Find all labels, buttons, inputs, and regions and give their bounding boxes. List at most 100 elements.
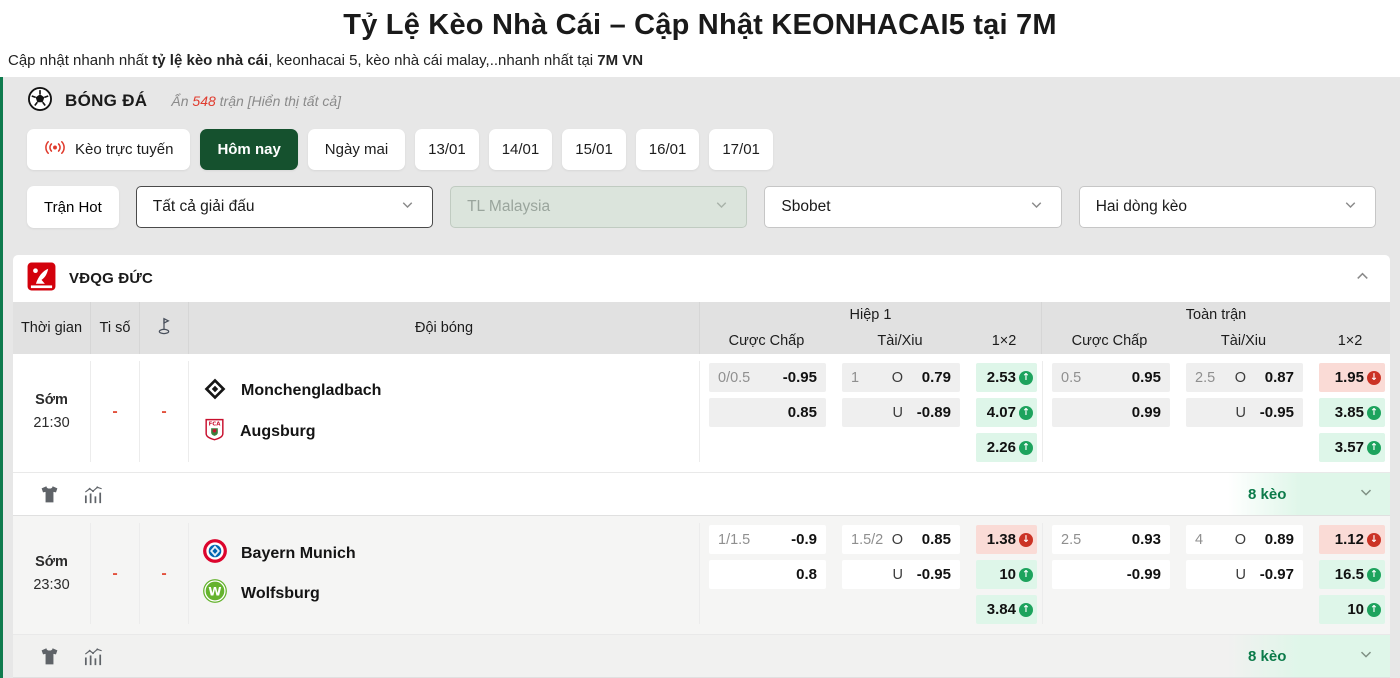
ft-1x2-draw[interactable]: 3.85 bbox=[1319, 398, 1385, 427]
ft-handicap-cell: 0.5 0.95 0.99 bbox=[1042, 361, 1177, 462]
line-count-dropdown[interactable]: Hai dòng kèo bbox=[1079, 186, 1376, 228]
league-filter-dropdown[interactable]: Tất cả giải đấu bbox=[136, 186, 433, 228]
h1-1x2-home[interactable]: 1.38 bbox=[976, 525, 1037, 554]
odds-value: 0.99 bbox=[1132, 404, 1161, 421]
ft-under-odds[interactable]: U -0.95 bbox=[1186, 398, 1303, 427]
trend-arrow-icon bbox=[1019, 371, 1033, 385]
page-title: Tỷ Lệ Kèo Nhà Cái – Cập Nhật KEONHACAI5 … bbox=[0, 0, 1400, 42]
col-header-corner bbox=[140, 302, 189, 354]
ft-handicap-home-odds[interactable]: 0.5 0.95 bbox=[1052, 363, 1170, 392]
h1-over-odds[interactable]: 1.5/2 O 0.85 bbox=[842, 525, 960, 554]
svg-text:W: W bbox=[208, 585, 221, 599]
league-header[interactable]: VĐQG ĐỨC bbox=[13, 255, 1390, 302]
col-header-handicap-h1: Cược Chấp bbox=[700, 327, 833, 354]
ft-overunder-cell: 2.5 O 0.87 U -0.95 bbox=[1177, 361, 1310, 462]
corner-value: - bbox=[161, 565, 166, 583]
away-team[interactable]: FCA Augsburg bbox=[202, 416, 699, 448]
tab-date-15-01[interactable]: 15/01 bbox=[562, 129, 626, 170]
ft-1x2-away[interactable]: 10 bbox=[1319, 595, 1385, 624]
away-team[interactable]: W Wolfsburg bbox=[202, 578, 699, 609]
tab-date-17-01[interactable]: 17/01 bbox=[709, 129, 773, 170]
home-team[interactable]: Monchengladbach bbox=[202, 376, 699, 407]
h1-1x2-away[interactable]: 3.84 bbox=[976, 595, 1037, 624]
trend-arrow-icon bbox=[1367, 533, 1381, 547]
tab-date-13-01[interactable]: 13/01 bbox=[415, 129, 479, 170]
date-tabs: Kèo trực tuyến Hôm nay Ngày mai 13/01 14… bbox=[3, 125, 1400, 170]
hot-matches-button[interactable]: Trận Hot bbox=[27, 186, 119, 228]
h1-1x2-draw[interactable]: 10 bbox=[976, 560, 1037, 589]
tab-tomorrow[interactable]: Ngày mai bbox=[308, 129, 405, 170]
chevron-down-icon bbox=[1357, 483, 1375, 506]
h1-under-odds[interactable]: U -0.95 bbox=[842, 560, 960, 589]
odds-value: 2.53 bbox=[987, 369, 1016, 386]
ft-handicap-away-odds[interactable]: -0.99 bbox=[1052, 560, 1170, 589]
ft-under-odds[interactable]: U -0.97 bbox=[1186, 560, 1303, 589]
bookmaker-dropdown[interactable]: Sbobet bbox=[764, 186, 1061, 228]
ft-1x2-home[interactable]: 1.12 bbox=[1319, 525, 1385, 554]
match-row: Sớm 23:30 - - Bayern Munich W Wolfsburg … bbox=[13, 516, 1390, 634]
odds-widget: BÓNG ĐÁ Ẩn 548 trận [Hiển thị tất cả] Kè… bbox=[0, 77, 1400, 678]
h1-handicap-home-odds[interactable]: 0/0.5 -0.95 bbox=[709, 363, 826, 392]
chevron-up-icon[interactable] bbox=[1353, 267, 1372, 291]
corner-value: - bbox=[161, 403, 166, 421]
match-row: Sớm 21:30 - - Monchengladbach FCA Augsbu… bbox=[13, 354, 1390, 472]
match-time-label: Sớm bbox=[35, 554, 68, 570]
ft-handicap-away-odds[interactable]: 0.99 bbox=[1052, 398, 1170, 427]
h1-handicap-away-odds[interactable]: 0.8 bbox=[709, 560, 826, 589]
ft-1x2-draw[interactable]: 16.5 bbox=[1319, 560, 1385, 589]
ft-1x2-away[interactable]: 3.57 bbox=[1319, 433, 1385, 462]
trend-arrow-icon bbox=[1367, 406, 1381, 420]
ft-over-odds[interactable]: 4 O 0.89 bbox=[1186, 525, 1303, 554]
chevron-down-icon bbox=[1342, 196, 1359, 218]
col-header-1x2-ft: 1×2 bbox=[1310, 327, 1390, 354]
live-odds-tab[interactable]: Kèo trực tuyến bbox=[27, 129, 190, 170]
over-mark: O bbox=[1235, 370, 1246, 386]
ft-1x2-home[interactable]: 1.95 bbox=[1319, 363, 1385, 392]
home-team[interactable]: Bayern Munich bbox=[202, 538, 699, 569]
trend-arrow-icon bbox=[1019, 406, 1033, 420]
h1-over-odds[interactable]: 1 O 0.79 bbox=[842, 363, 960, 392]
ft-handicap-home-odds[interactable]: 2.5 0.93 bbox=[1052, 525, 1170, 554]
hidden-count: 548 bbox=[192, 93, 215, 109]
jersey-icon[interactable] bbox=[39, 484, 60, 505]
trend-arrow-icon bbox=[1019, 441, 1033, 455]
tab-date-14-01[interactable]: 14/01 bbox=[489, 129, 553, 170]
h1-handicap-home-odds[interactable]: 1/1.5 -0.9 bbox=[709, 525, 826, 554]
hidden-matches-note[interactable]: Ẩn 548 trận [Hiển thị tất cả] bbox=[171, 93, 341, 109]
stats-icon[interactable] bbox=[82, 645, 105, 668]
odds-value: 0.85 bbox=[903, 531, 951, 548]
score-value: - bbox=[112, 565, 117, 583]
col-header-overunder-h1: Tài/Xiu bbox=[833, 327, 967, 354]
more-odds-button[interactable]: 8 kèo bbox=[1228, 635, 1390, 677]
match-corner-cell: - bbox=[140, 361, 189, 462]
col-header-team: Đội bóng bbox=[189, 302, 700, 354]
wolfsburg-logo-icon: W bbox=[202, 578, 228, 609]
odds-value: 0.79 bbox=[903, 369, 951, 386]
match-score-cell: - bbox=[91, 523, 140, 624]
more-odds-label: 8 kèo bbox=[1248, 486, 1286, 503]
h1-1x2-home[interactable]: 2.53 bbox=[976, 363, 1037, 392]
odds-format-dropdown[interactable]: TL Malaysia bbox=[450, 186, 747, 228]
col-header-overunder-ft: Tài/Xiu bbox=[1177, 327, 1310, 354]
total-line: 1 bbox=[851, 370, 859, 386]
trend-arrow-icon bbox=[1019, 568, 1033, 582]
total-line: 2.5 bbox=[1195, 370, 1215, 386]
sport-title: BÓNG ĐÁ bbox=[65, 91, 147, 111]
hidden-prefix: Ẩn bbox=[171, 93, 192, 109]
h1-handicap-away-odds[interactable]: 0.85 bbox=[709, 398, 826, 427]
col-header-handicap-ft: Cược Chấp bbox=[1042, 327, 1177, 354]
odds-value: 3.57 bbox=[1335, 439, 1364, 456]
odds-value: 0.85 bbox=[788, 404, 817, 421]
tab-today[interactable]: Hôm nay bbox=[200, 129, 297, 170]
h1-handicap-cell: 0/0.5 -0.95 0.85 bbox=[700, 361, 833, 462]
more-odds-button[interactable]: 8 kèo bbox=[1228, 473, 1390, 515]
stats-icon[interactable] bbox=[82, 483, 105, 506]
bayern-munich-logo-icon bbox=[202, 538, 228, 569]
h1-1x2-draw[interactable]: 4.07 bbox=[976, 398, 1037, 427]
tab-date-16-01[interactable]: 16/01 bbox=[636, 129, 700, 170]
h1-1x2-away[interactable]: 2.26 bbox=[976, 433, 1037, 462]
jersey-icon[interactable] bbox=[39, 646, 60, 667]
h1-under-odds[interactable]: U -0.89 bbox=[842, 398, 960, 427]
match-kickoff-time: 23:30 bbox=[33, 577, 69, 593]
ft-over-odds[interactable]: 2.5 O 0.87 bbox=[1186, 363, 1303, 392]
